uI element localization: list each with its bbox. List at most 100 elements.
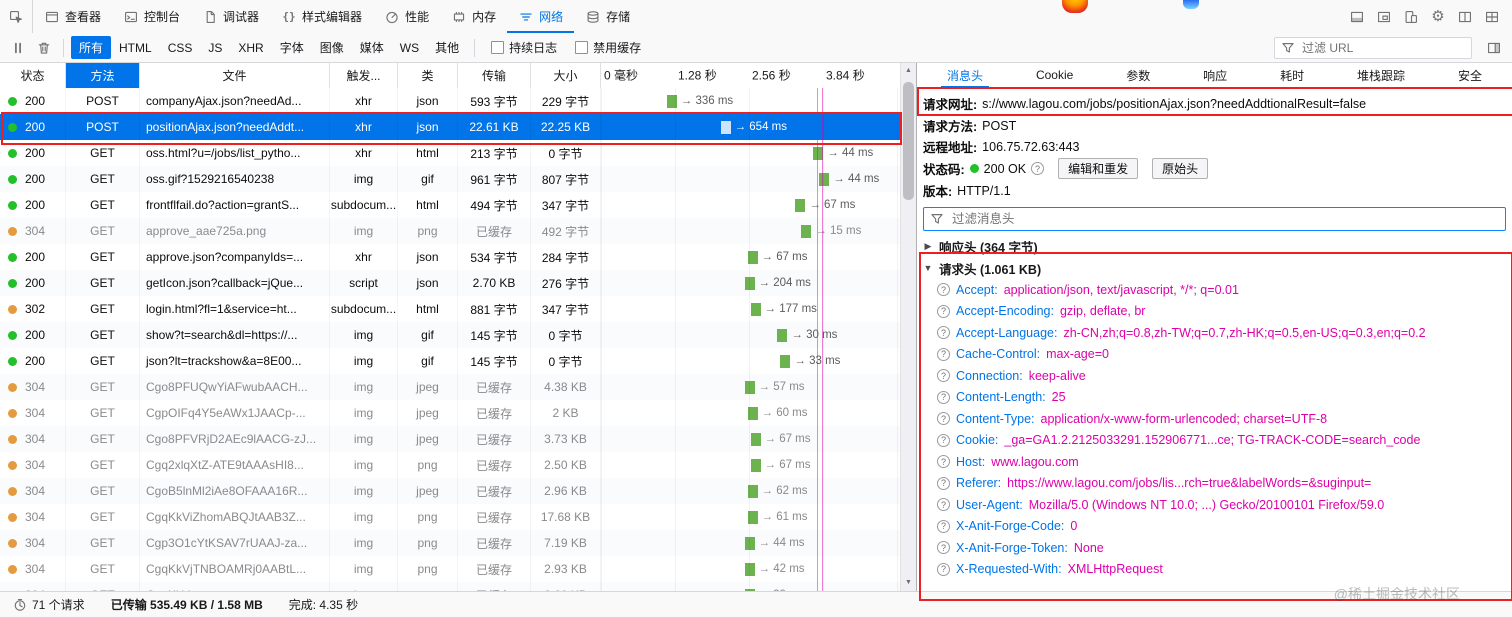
filter-pill-2[interactable]: CSS xyxy=(160,38,201,58)
question-icon[interactable] xyxy=(937,498,950,512)
headers-filter-input[interactable] xyxy=(950,211,1500,227)
details-tab-params[interactable]: 参数 xyxy=(1120,62,1156,88)
column-header-status[interactable]: 状态 xyxy=(0,62,66,88)
devtools-tab-memory[interactable]: 内存 xyxy=(440,0,507,33)
request-row[interactable]: 302 GET login.html?fl=1&service=ht... subdo… xyxy=(0,296,900,322)
filter-pill-0[interactable]: 所有 xyxy=(71,36,112,59)
request-row[interactable]: 200 GET frontflfail.do?action=grantS... sub… xyxy=(0,192,900,218)
waterfall-cell: → 60 ms xyxy=(601,400,900,426)
details-tab-stacktrace[interactable]: 堆栈跟踪 xyxy=(1351,62,1411,88)
header-line: Content-Length: 25 xyxy=(923,387,1506,409)
column-header-method[interactable]: 方法 xyxy=(66,62,140,88)
column-header-file[interactable]: 文件 xyxy=(140,62,330,88)
raw-headers-button[interactable]: 原始头 xyxy=(1152,158,1209,179)
transferred-cell: 已缓存 xyxy=(458,504,531,530)
settings-gear-icon[interactable]: ⚙ xyxy=(1428,7,1448,27)
column-header-size[interactable]: 大小 xyxy=(531,62,601,88)
scroll-down-icon[interactable] xyxy=(901,575,916,590)
question-icon[interactable] xyxy=(937,562,950,576)
devtools-tab-debugger[interactable]: 调试器 xyxy=(191,0,270,33)
question-icon[interactable] xyxy=(937,541,950,555)
request-headers-section[interactable]: 请求头 (1.061 KB) xyxy=(923,257,1506,279)
cause-cell: img xyxy=(330,452,398,478)
pause-button[interactable] xyxy=(6,37,30,59)
toolbar-checkbox-0[interactable]: 持续日志 xyxy=(491,39,557,56)
status-ok-dot-icon xyxy=(8,148,17,158)
devtools-tab-storage[interactable]: 存储 xyxy=(574,0,641,33)
request-row[interactable]: 200 GET approve.json?companyIds=... xhr json… xyxy=(0,244,900,270)
request-row[interactable]: 304 GET approve_aae725a.png img png 已缓存 492 字节… xyxy=(0,218,900,244)
request-row[interactable]: 200 GET getIcon.json?callback=jQue... scrip… xyxy=(0,270,900,296)
devtools-tab-console[interactable]: 控制台 xyxy=(112,0,191,33)
filter-pill-1[interactable]: HTML xyxy=(111,38,160,58)
responsive-icon[interactable] xyxy=(1401,7,1421,27)
request-row[interactable]: 304 GET Cgp3O1cYtKSAV7rUAAJ-za... img png 已缓存… xyxy=(0,530,900,556)
devtools-tab-inspector[interactable]: 查看器 xyxy=(33,0,112,33)
filter-pill-7[interactable]: 媒体 xyxy=(352,36,392,59)
question-icon[interactable] xyxy=(937,455,950,469)
question-icon[interactable] xyxy=(937,433,950,447)
devtools-tab-network[interactable]: 网络 xyxy=(507,0,574,33)
filter-pill-8[interactable]: WS xyxy=(392,38,427,58)
edit-resend-button[interactable]: 编辑和重发 xyxy=(1058,158,1139,179)
toolbar-checkbox-1[interactable]: 禁用缓存 xyxy=(575,39,641,56)
request-row[interactable]: 304 GET Cgo8PFVRjD2AEc9lAACG-zJ... img jpeg 已… xyxy=(0,426,900,452)
question-icon[interactable] xyxy=(937,390,950,404)
request-row[interactable]: 200 GET show?t=search&dl=https://... img gif… xyxy=(0,322,900,348)
devtools-tab-performance[interactable]: 性能 xyxy=(373,0,440,33)
transferred-cell: 145 字节 xyxy=(458,348,531,374)
request-row[interactable]: 200 GET oss.gif?1529216540238 img gif 961 字节 8… xyxy=(0,166,900,192)
request-row[interactable]: 304 GET CgpOIFq4Y5eAWx1JAACp-... img jpeg 已缓存… xyxy=(0,400,900,426)
url-filter-input[interactable] xyxy=(1300,39,1466,56)
column-header-transferred[interactable]: 传输 xyxy=(458,62,531,88)
scrollbar-thumb[interactable] xyxy=(903,82,914,200)
pick-element-button[interactable] xyxy=(0,0,33,33)
scroll-up-icon[interactable] xyxy=(901,63,916,78)
question-icon[interactable] xyxy=(1031,162,1045,175)
question-icon[interactable] xyxy=(937,412,950,426)
question-icon[interactable] xyxy=(937,304,950,318)
request-row[interactable]: 200 GET json?lt=trackshow&a=8E00... img gif 1… xyxy=(0,348,900,374)
request-row[interactable]: 304 GET CgqKkVjTNBOAMRj0AABtL... img png 已缓存 2… xyxy=(0,556,900,582)
dock-bottom-icon[interactable] xyxy=(1347,7,1367,27)
frames-icon[interactable] xyxy=(1374,7,1394,27)
grid-icon[interactable] xyxy=(1482,7,1502,27)
response-headers-section[interactable]: 响应头 (364 字节) xyxy=(923,235,1506,257)
column-header-cause[interactable]: 触发... xyxy=(330,62,398,88)
question-icon[interactable] xyxy=(937,519,950,533)
filter-pill-5[interactable]: 字体 xyxy=(272,36,312,59)
request-row[interactable]: 200 POST companyAjax.json?needAd... xhr json… xyxy=(0,88,900,114)
request-row[interactable]: 304 GET Cgq2xlqXtZ-ATE9tAAAsHI8... img png 已缓… xyxy=(0,452,900,478)
request-row[interactable]: 304 GET CgoB5lnMl2iAe8OFAAA16R... img jpeg 已缓… xyxy=(0,478,900,504)
question-icon[interactable] xyxy=(937,326,950,340)
filter-pill-3[interactable]: JS xyxy=(200,38,230,58)
details-tab-cookies[interactable]: Cookie xyxy=(1030,62,1079,88)
question-icon[interactable] xyxy=(937,369,950,383)
filter-pill-6[interactable]: 图像 xyxy=(312,36,352,59)
filter-pill-4[interactable]: XHR xyxy=(230,38,271,58)
details-tabs: 消息头 Cookie 参数 响应 耗时 堆栈跟踪 安全 xyxy=(917,62,1512,89)
question-icon[interactable] xyxy=(937,347,950,361)
requests-list-panel: 状态方法文件触发...类传输大小0 毫秒1.28 秒2.56 秒3.84 秒5 … xyxy=(0,62,917,591)
question-icon[interactable] xyxy=(937,283,950,297)
waterfall-cell: → 67 ms xyxy=(601,244,900,270)
request-row[interactable]: 304 GET CgqKkViZhomABQJtAAB3Z... img png 已缓存 1… xyxy=(0,504,900,530)
request-row[interactable]: 200 GET oss.html?u=/jobs/list_pytho... xhr h… xyxy=(0,140,900,166)
column-header-timeline[interactable]: 0 毫秒1.28 秒2.56 秒3.84 秒5 xyxy=(601,62,916,88)
request-row[interactable]: 200 POST positionAjax.json?needAddt... xhr j… xyxy=(0,114,900,140)
question-icon[interactable] xyxy=(937,476,950,490)
filter-pill-9[interactable]: 其他 xyxy=(427,36,467,59)
request-row[interactable]: 304 GET Cgo8PFUQwYiAFwubAACH... img jpeg 已缓存 4… xyxy=(0,374,900,400)
details-tab-security[interactable]: 安全 xyxy=(1452,62,1488,88)
status-code: 304 xyxy=(25,432,46,446)
details-tab-response[interactable]: 响应 xyxy=(1197,62,1233,88)
toggle-details-pane-button[interactable] xyxy=(1482,37,1506,59)
performance-analysis-button[interactable] xyxy=(8,594,32,616)
devtools-tab-styleeditor[interactable]: {} 样式编辑器 xyxy=(270,0,373,33)
details-tab-timings[interactable]: 耗时 xyxy=(1274,62,1310,88)
details-tab-headers[interactable]: 消息头 xyxy=(941,62,989,88)
request-row[interactable]: 304GETCgqKkV...imgpng已缓存2.60 KB → 39 ms xyxy=(0,582,900,591)
column-header-type[interactable]: 类 xyxy=(398,62,458,88)
clear-requests-button[interactable] xyxy=(32,37,56,59)
split-panel-icon[interactable] xyxy=(1455,7,1475,27)
